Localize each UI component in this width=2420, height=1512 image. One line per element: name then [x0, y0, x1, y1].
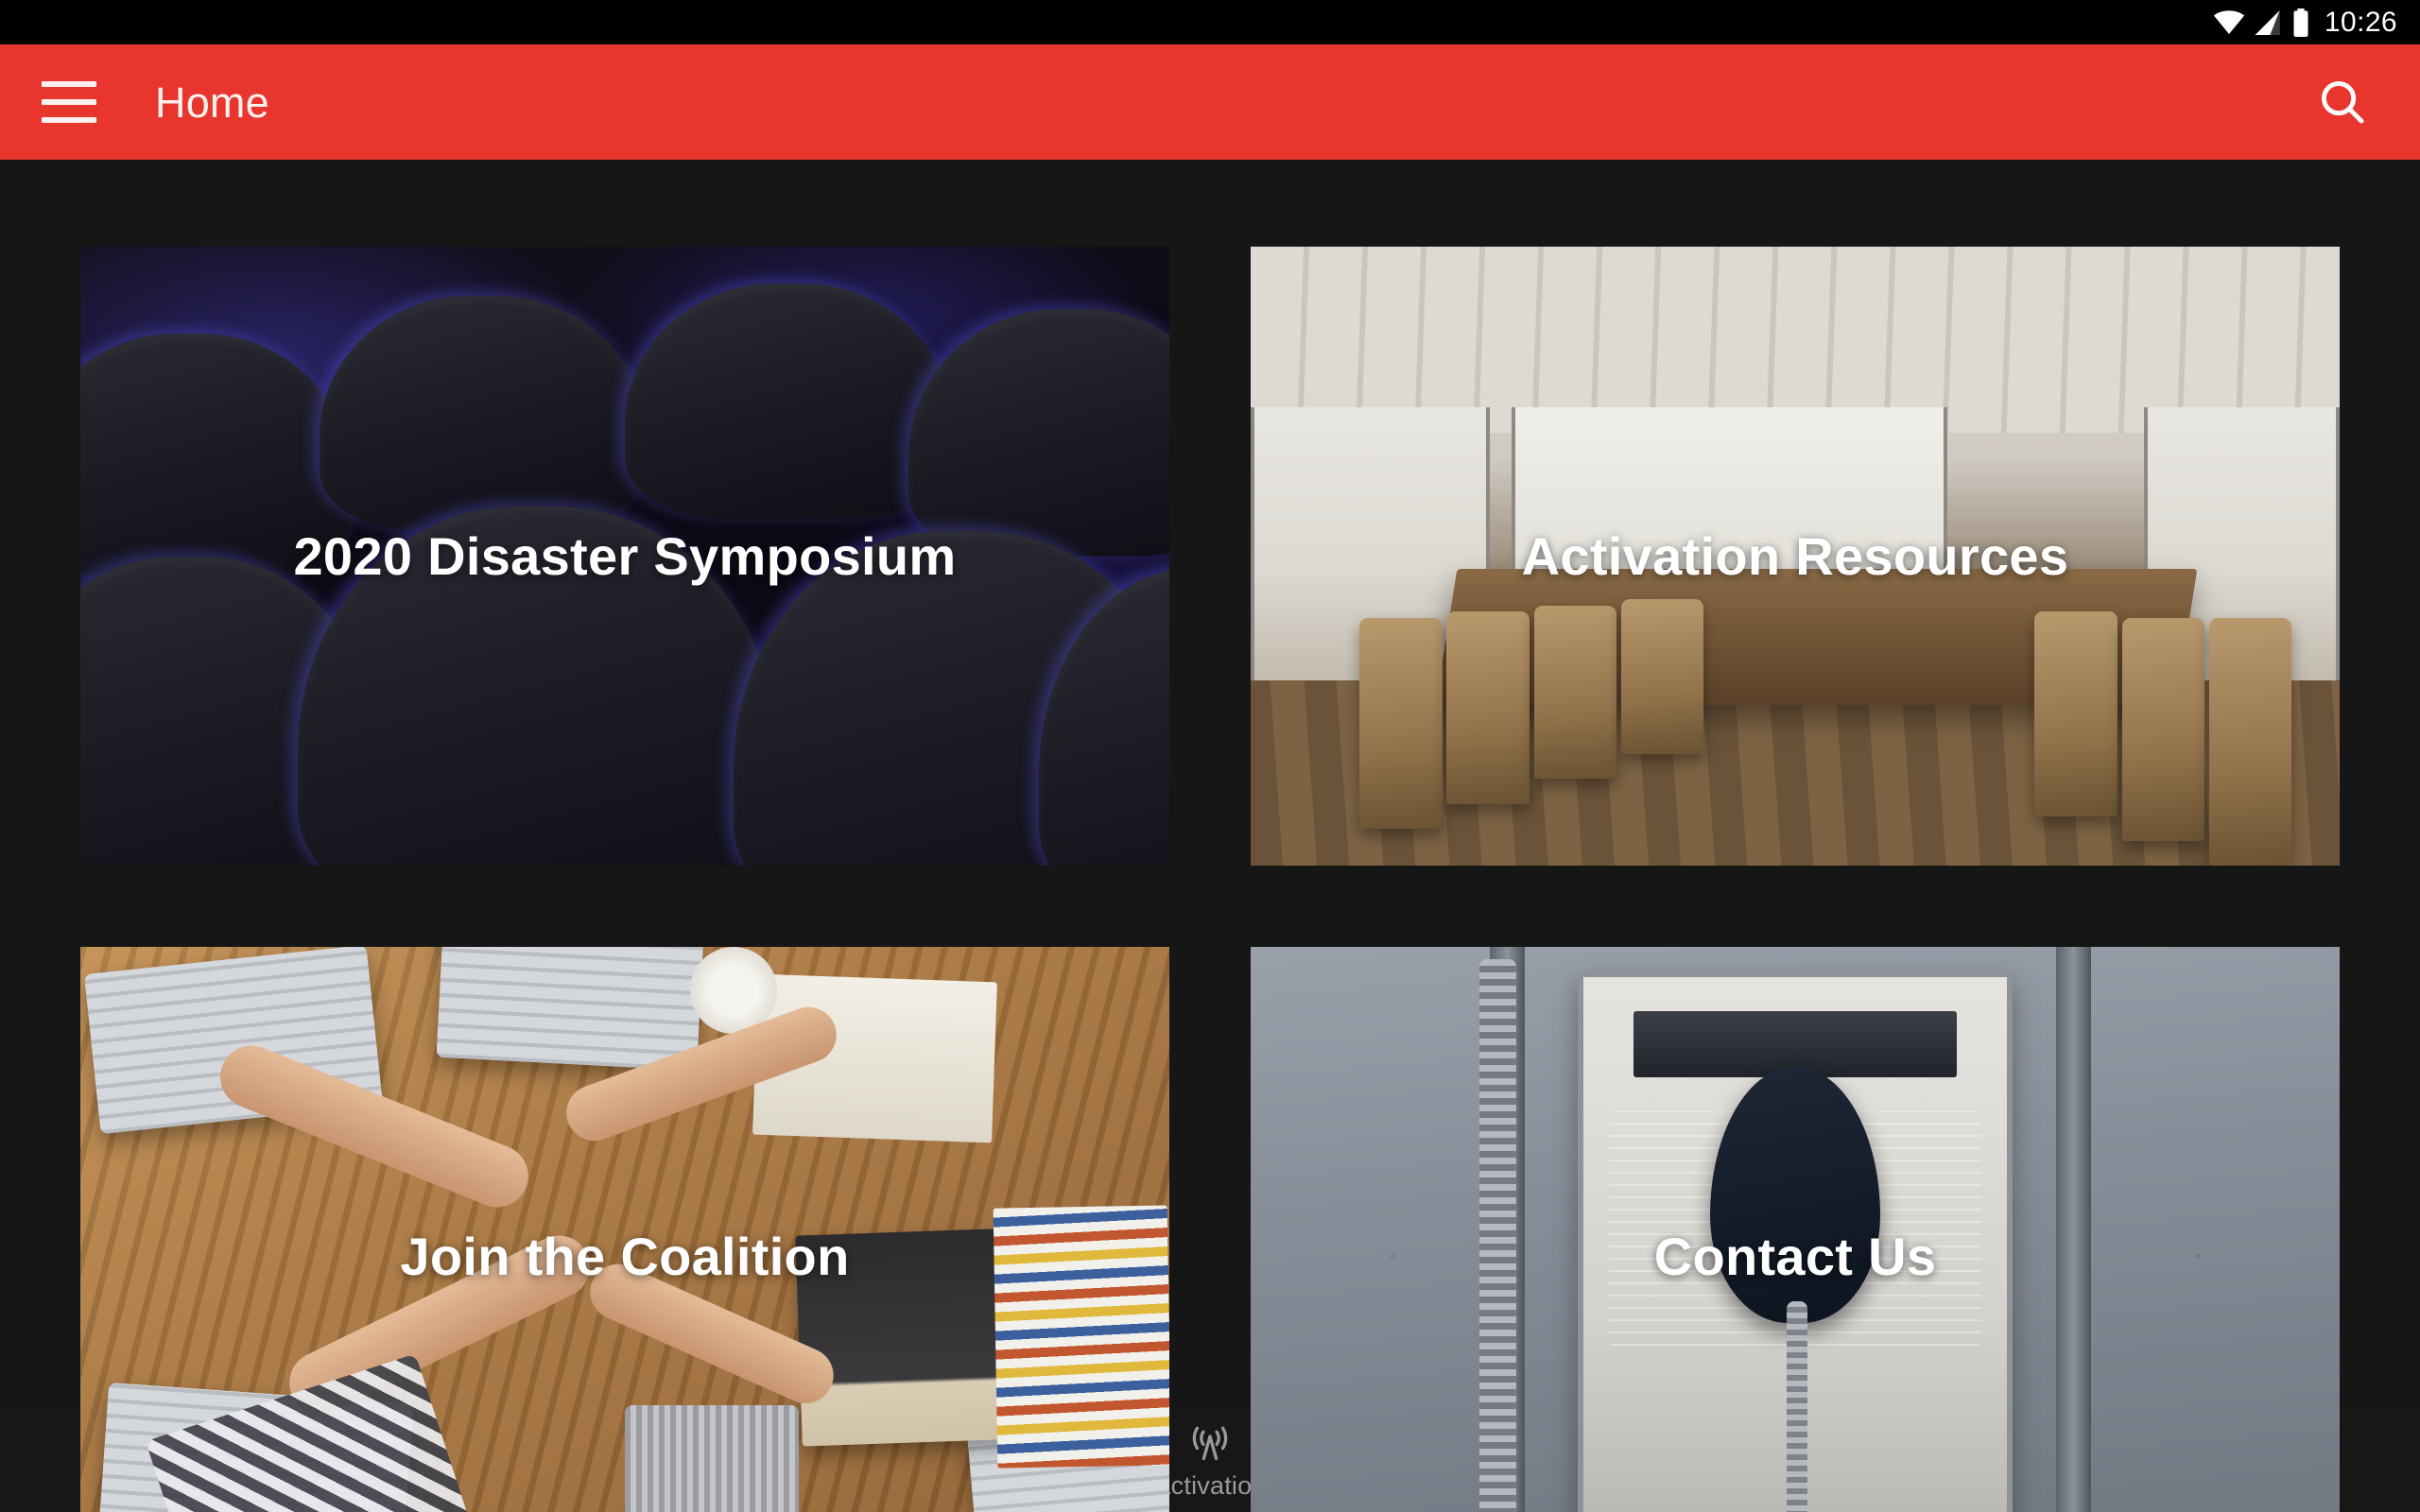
nav-label: Activation: [1153, 1471, 1267, 1500]
wifi-icon: [2213, 9, 2245, 34]
card-disaster-symposium[interactable]: 2020 Disaster Symposium: [80, 247, 1169, 866]
card-label: Join the Coalition: [400, 1227, 850, 1286]
card-activation-resources[interactable]: Activation Resources: [1251, 247, 2340, 866]
status-bar: 10:26: [0, 0, 2420, 44]
main-content: 2020 Disaster Symposium Activation Resou…: [0, 160, 2420, 1512]
broadcast-tower-icon: [1189, 1421, 1231, 1465]
card-label: 2020 Disaster Symposium: [293, 526, 957, 586]
card-join-the-coalition[interactable]: Join the Coalition: [80, 947, 1169, 1512]
page-title: Home: [155, 77, 269, 127]
card-label: Activation Resources: [1521, 526, 2069, 586]
status-bar-clock: 10:26: [2324, 6, 2397, 38]
card-contact-us[interactable]: Contact Us: [1251, 947, 2340, 1512]
search-icon[interactable]: [2312, 72, 2373, 132]
cellular-signal-icon: [2255, 9, 2280, 35]
card-label: Contact Us: [1653, 1227, 1937, 1286]
hamburger-menu-icon[interactable]: [42, 81, 96, 123]
battery-icon: [2293, 8, 2308, 37]
app-bar: Home: [0, 44, 2420, 160]
card-grid: 2020 Disaster Symposium Activation Resou…: [80, 247, 2340, 1512]
